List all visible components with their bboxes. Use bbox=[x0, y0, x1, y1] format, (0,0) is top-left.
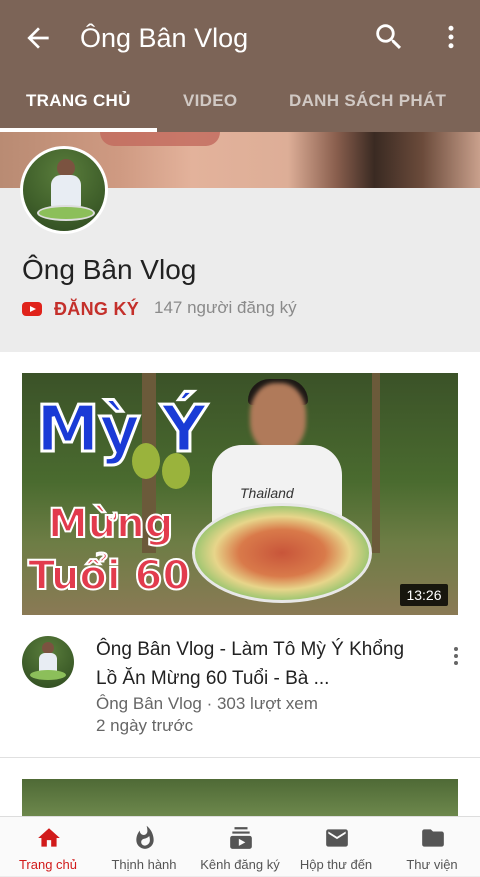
video-channel-avatar[interactable] bbox=[22, 636, 74, 688]
home-icon bbox=[38, 828, 60, 847]
nav-label: Trang chủ bbox=[18, 857, 78, 872]
subscribe-label: ĐĂNG KÝ bbox=[54, 298, 140, 319]
video-duration: 13:26 bbox=[400, 584, 448, 606]
app-bar: Ông Bân Vlog bbox=[0, 0, 480, 76]
nav-inbox[interactable]: Hộp thư đến bbox=[288, 817, 384, 877]
video-title[interactable]: Ông Bân Vlog - Làm Tô Mỳ Ý Khổng Lồ Ăn M… bbox=[96, 635, 426, 693]
flame-icon bbox=[136, 825, 154, 849]
nav-label: Thịnh hành bbox=[111, 857, 177, 872]
search-icon[interactable] bbox=[372, 20, 406, 54]
channel-tabs: TRANG CHỦ VIDEO DANH SÁCH PHÁT bbox=[0, 76, 480, 132]
thumbnail-title-line1: Mỳ Ý bbox=[34, 392, 208, 469]
subscriptions-icon bbox=[230, 827, 252, 849]
subscribe-button[interactable]: ĐĂNG KÝ bbox=[22, 296, 139, 322]
thumbnail-shirt-text: Thailand bbox=[240, 485, 294, 501]
nav-home[interactable]: Trang chủ bbox=[0, 817, 96, 877]
subscriber-count: 147 người đăng ký bbox=[154, 298, 297, 317]
video-thumbnail[interactable]: Thailand Mỳ Ý Mừng Tuổi 60 bbox=[22, 373, 458, 615]
nav-label: Hộp thư đến bbox=[299, 857, 373, 872]
back-arrow-icon[interactable] bbox=[22, 22, 54, 54]
youtube-icon bbox=[22, 302, 42, 316]
tab-home[interactable]: TRANG CHỦ bbox=[26, 76, 131, 132]
folder-icon bbox=[422, 829, 444, 847]
divider bbox=[0, 757, 480, 758]
nav-subscriptions[interactable]: Kênh đăng ký bbox=[192, 817, 288, 877]
page-title: Ông Bân Vlog bbox=[80, 23, 249, 53]
thumbnail-title-line3: Tuổi 60 bbox=[27, 552, 191, 600]
thumbnail-title-line2: Mừng bbox=[47, 500, 174, 548]
more-vert-icon[interactable] bbox=[436, 20, 466, 54]
channel-avatar[interactable] bbox=[20, 146, 108, 234]
tab-videos[interactable]: VIDEO bbox=[183, 76, 237, 132]
nav-label: Thư viện bbox=[406, 857, 458, 872]
video-more-icon[interactable] bbox=[448, 644, 464, 668]
nav-library[interactable]: Thư viện bbox=[384, 817, 480, 877]
bottom-navigation: Trang chủ Thịnh hành Kênh đăng ký Hộp th… bbox=[0, 816, 480, 876]
nav-trending[interactable]: Thịnh hành bbox=[96, 817, 192, 877]
video-age: 2 ngày trước bbox=[96, 716, 194, 735]
video-thumbnail-next[interactable] bbox=[22, 779, 458, 819]
inbox-icon bbox=[326, 829, 348, 847]
tab-playlists[interactable]: DANH SÁCH PHÁT bbox=[289, 76, 446, 132]
video-meta: Ông Bân Vlog · 303 lượt xem bbox=[96, 694, 318, 713]
nav-label: Kênh đăng ký bbox=[200, 857, 280, 872]
channel-name: Ông Bân Vlog bbox=[22, 254, 197, 285]
